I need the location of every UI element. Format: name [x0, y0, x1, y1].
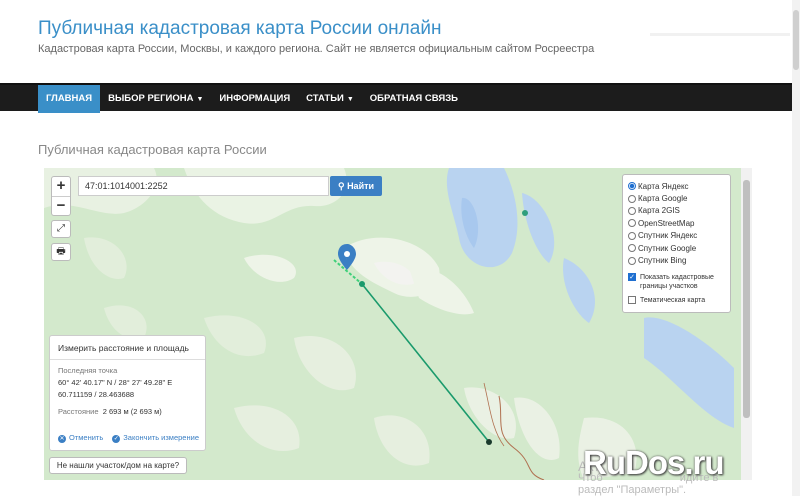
scrollbar-thumb[interactable] — [743, 180, 750, 418]
layer-label: Карта Яндекс — [638, 181, 689, 191]
measure-panel: Измерить расстояние и площадь Последняя … — [49, 335, 206, 451]
nav-item-label: ГЛАВНАЯ — [46, 93, 93, 104]
page-title: Публичная кадастровая карта России — [38, 142, 267, 157]
coords-decimal: 60.711159 / 28.463688 — [58, 390, 135, 399]
close-icon: ✕ — [58, 435, 66, 443]
radio[interactable] — [628, 194, 636, 203]
radio[interactable] — [628, 206, 636, 215]
layer-label: OpenStreetMap — [638, 218, 695, 228]
layer-label: Спутник Google — [638, 243, 697, 253]
chevron-down-icon: ▼ — [196, 96, 204, 103]
expand-icon: ⤢ — [57, 223, 65, 234]
cadastral-search-input[interactable]: 47:01:1014001:2252 — [78, 176, 329, 196]
site-header: Публичная кадастровая карта России онлай… — [0, 0, 800, 82]
finish-measure-button[interactable]: ✓ Закончить измерение — [112, 433, 199, 443]
show-cadastral-toggle[interactable]: ✓ Показать кадастровые границы участков — [628, 272, 730, 291]
scrollbar-thumb[interactable] — [793, 10, 799, 70]
layer-option[interactable]: Спутник Bing — [628, 254, 730, 266]
checkbox-checked[interactable]: ✓ — [628, 272, 636, 281]
nav-item-info[interactable]: ИНФОРМАЦИЯ — [211, 85, 298, 113]
radio[interactable] — [628, 231, 636, 240]
checkbox-label: Показать кадастровые границы участков — [640, 273, 714, 290]
fullscreen-button[interactable]: ⤢ — [51, 220, 71, 238]
nav-item-home[interactable]: ГЛАВНАЯ — [38, 85, 101, 113]
checkbox[interactable] — [628, 295, 636, 304]
radio[interactable] — [628, 219, 636, 228]
search-button[interactable]: ⚲ Найти — [330, 176, 382, 196]
radio[interactable] — [628, 244, 636, 253]
check-icon: ✓ — [112, 435, 121, 443]
finish-label: Закончить измерение — [123, 433, 199, 442]
nav-item-label: СТАТЬИ — [306, 93, 344, 104]
layer-option[interactable]: OpenStreetMap — [628, 217, 730, 229]
layer-label: Спутник Bing — [638, 256, 687, 266]
checkbox-label: Тематическая карта — [640, 296, 706, 304]
chevron-down-icon: ▼ — [346, 96, 354, 103]
distance-label: Расстояние — [58, 407, 99, 416]
measure-title: Измерить расстояние и площадь — [50, 336, 205, 360]
cancel-measure-button[interactable]: ✕ Отменить — [58, 433, 103, 443]
page-scrollbar[interactable] — [792, 0, 800, 496]
header-divider — [650, 33, 790, 36]
radio-selected[interactable] — [628, 182, 636, 191]
not-found-button[interactable]: Не нашли участок/дом на карте? — [49, 457, 187, 474]
layer-label: Спутник Яндекс — [638, 231, 698, 241]
watermark-logo: RuDos.ru — [583, 444, 725, 481]
layer-label: Карта Google — [638, 194, 688, 204]
search-button-label: Найти — [347, 181, 375, 191]
nav-item-feedback[interactable]: ОБРАТНАЯ СВЯЗЬ — [362, 85, 466, 113]
nav-item-label: ИНФОРМАЦИЯ — [219, 93, 291, 104]
site-description: Кадастровая карта России, Москвы, и кажд… — [38, 43, 595, 55]
layer-option[interactable]: Карта 2GIS — [628, 205, 730, 217]
print-icon: 🖶 — [56, 246, 66, 257]
radio[interactable] — [628, 256, 636, 265]
zoom-in-button[interactable]: + — [52, 177, 70, 196]
layer-option[interactable]: Карта Яндекс — [628, 180, 730, 192]
nav-item-label: ВЫБОР РЕГИОНА — [108, 93, 194, 104]
last-point-label: Последняя точка — [58, 366, 118, 375]
layer-option[interactable]: Карта Google — [628, 192, 730, 204]
nav-item-region[interactable]: ВЫБОР РЕГИОНА ▼ — [100, 85, 211, 113]
layer-option[interactable]: Спутник Яндекс — [628, 230, 730, 242]
map-scrollbar[interactable] — [741, 168, 752, 480]
main-nav: ГЛАВНАЯ ВЫБОР РЕГИОНА ▼ ИНФОРМАЦИЯ СТАТЬИ… — [0, 83, 800, 113]
cancel-label: Отменить — [69, 433, 104, 442]
zoom-out-button[interactable]: − — [52, 196, 70, 215]
nav-item-articles[interactable]: СТАТЬИ ▼ — [298, 85, 362, 113]
print-button[interactable]: 🖶 — [51, 243, 71, 261]
cadastral-map[interactable]: + − ⤢ 🖶 47:01:1014001:2252 ⚲ Найти Карта… — [44, 168, 752, 480]
nav-item-label: ОБРАТНАЯ СВЯЗЬ — [369, 93, 458, 104]
layer-option[interactable]: Спутник Google — [628, 242, 730, 254]
coords-dms: 60° 42' 40.17" N / 28° 27' 49.28" E — [58, 378, 173, 387]
layer-label: Карта 2GIS — [638, 206, 680, 216]
layers-panel: Карта Яндекс Карта Google Карта 2GIS Ope… — [622, 174, 731, 313]
activation-line-3: раздел "Параметры". — [578, 484, 687, 496]
zoom-control: + − — [51, 176, 71, 216]
site-title[interactable]: Публичная кадастровая карта России онлай… — [38, 18, 441, 40]
search-icon: ⚲ — [337, 181, 345, 191]
distance-value: 2 693 м (2 693 м) — [102, 407, 162, 416]
thematic-map-toggle[interactable]: Тематическая карта — [628, 295, 730, 305]
